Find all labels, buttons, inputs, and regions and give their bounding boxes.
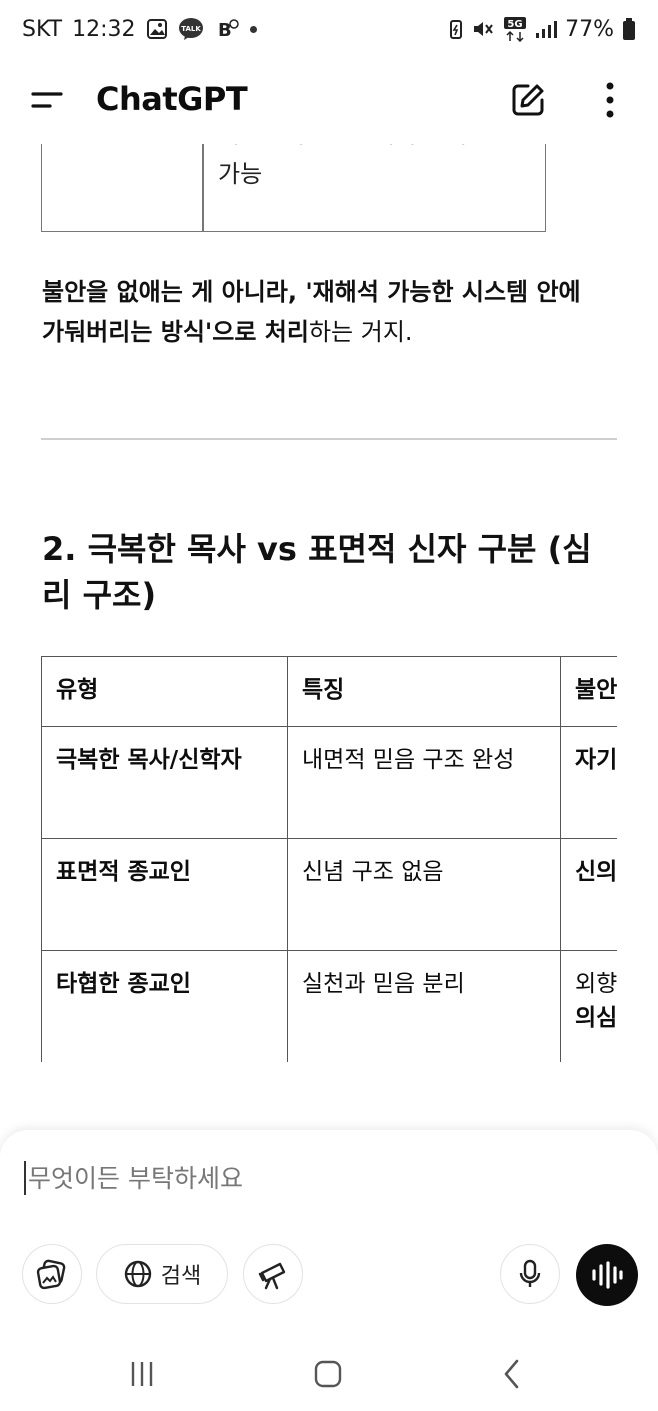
svg-text:TALK: TALK xyxy=(181,25,201,33)
cell-type: 표면적 종교인 xyxy=(41,838,288,951)
voice-mode-button[interactable] xyxy=(576,1244,638,1306)
cell-anxiety: 자기 신념 xyxy=(560,726,617,839)
header-feature: 특징 xyxy=(287,656,561,727)
cell-anxiety: 외향의심 xyxy=(560,950,617,1062)
recents-button[interactable] xyxy=(122,1356,162,1392)
cell-anxiety-bold: 의심 xyxy=(575,1005,617,1031)
battery-saver-icon xyxy=(449,18,463,40)
table-row: 극복한 목사/신학자 내면적 믿음 구조 완성 자기 신념 xyxy=(41,726,617,839)
cell-type: 타협한 종교인 xyxy=(41,950,288,1062)
home-icon xyxy=(314,1360,342,1388)
battery-percent: 77% xyxy=(565,16,614,42)
hamburger-icon xyxy=(31,92,63,108)
recents-icon xyxy=(131,1362,153,1386)
cell-feature: 내면적 믿음 구조 완성 xyxy=(287,726,561,839)
header-type: 유형 xyxy=(41,656,288,727)
comparison-table-scroll[interactable]: 유형 특징 불안 극복한 목사/신학자 내면적 믿음 구조 완성 자기 신념 표… xyxy=(41,656,617,1062)
composer: 검색 xyxy=(0,1130,658,1340)
cell-anxiety: 신의 xyxy=(560,838,617,951)
paragraph-text: 하는 거지. xyxy=(308,318,413,346)
table-row: 표면적 종교인 신념 구조 없음 신의 xyxy=(41,838,617,951)
more-vertical-icon xyxy=(606,82,614,118)
mute-icon xyxy=(471,18,495,40)
svg-text:5G: 5G xyxy=(508,19,523,30)
table-column-divider xyxy=(202,144,204,231)
carrier-label: SKT xyxy=(22,16,63,42)
chat-content[interactable]: 의심조차 '틀 안에서 조화 가능 불안을 없애는 게 아니라, '재해석 가능… xyxy=(0,144,658,1130)
table-header-row: 유형 특징 불안 xyxy=(41,656,617,727)
system-nav-bar xyxy=(0,1340,658,1411)
header-anxiety: 불안 xyxy=(560,656,617,727)
image-attach-icon xyxy=(36,1259,66,1290)
divider xyxy=(41,438,617,440)
table-row: 타협한 종교인 실천과 믿음 분리 외향의심 xyxy=(41,950,617,1062)
cell-feature: 실천과 믿음 분리 xyxy=(287,950,561,1062)
new-chat-button[interactable] xyxy=(508,80,548,120)
tools-button[interactable] xyxy=(243,1244,303,1304)
globe-icon xyxy=(124,1260,151,1288)
attach-button[interactable] xyxy=(22,1244,82,1304)
search-label: 검색 xyxy=(160,1264,202,1289)
voice-waveform-icon xyxy=(592,1261,623,1289)
gallery-icon xyxy=(146,18,168,40)
edit-icon xyxy=(512,84,544,116)
mic-icon xyxy=(519,1259,541,1287)
back-icon xyxy=(504,1359,519,1389)
battery-icon xyxy=(622,17,636,41)
telescope-icon xyxy=(258,1262,286,1290)
table-cell: 의심조차 '틀 안에서 조화 가능 xyxy=(218,144,538,194)
clock: 12:32 xyxy=(72,16,136,42)
b-app-icon: B xyxy=(214,16,240,42)
cell-feature: 신념 구조 없음 xyxy=(287,838,561,951)
menu-button[interactable] xyxy=(28,86,68,116)
prompt-input[interactable] xyxy=(28,1163,588,1193)
partial-cell-text: 의심조차 '틀 안에서 조화 xyxy=(218,144,538,154)
app-title: ChatGPT xyxy=(96,80,248,118)
more-notifications-dot xyxy=(249,25,257,33)
back-button[interactable] xyxy=(492,1356,532,1392)
kakaotalk-icon: TALK xyxy=(178,17,204,41)
more-options-button[interactable] xyxy=(596,80,624,120)
prompt-input-area[interactable] xyxy=(24,1158,624,1198)
text-caret xyxy=(24,1161,26,1195)
signal-icon xyxy=(535,19,558,39)
search-button[interactable]: 검색 xyxy=(96,1244,228,1304)
cell-anxiety-normal: 외향 xyxy=(575,971,617,997)
home-button[interactable] xyxy=(308,1356,348,1392)
comparison-table: 유형 특징 불안 극복한 목사/신학자 내면적 믿음 구조 완성 자기 신념 표… xyxy=(41,656,617,1062)
section-heading: 2. 극복한 목사 vs 표면적 신자 구분 (심리 구조) xyxy=(42,530,592,614)
app-header: ChatGPT xyxy=(0,58,658,144)
cell-type: 극복한 목사/신학자 xyxy=(41,726,288,839)
cell-text: 가능 xyxy=(218,160,263,188)
mic-button[interactable] xyxy=(500,1244,560,1304)
previous-table-fragment: 의심조차 '틀 안에서 조화 가능 xyxy=(41,144,546,232)
status-bar: SKT 12:32 TALK B 5G 77% xyxy=(0,0,658,58)
network-5g-icon: 5G xyxy=(503,16,527,42)
response-paragraph: 불안을 없애는 게 아니라, '재해석 가능한 시스템 안에 가둬버리는 방식'… xyxy=(42,272,602,352)
